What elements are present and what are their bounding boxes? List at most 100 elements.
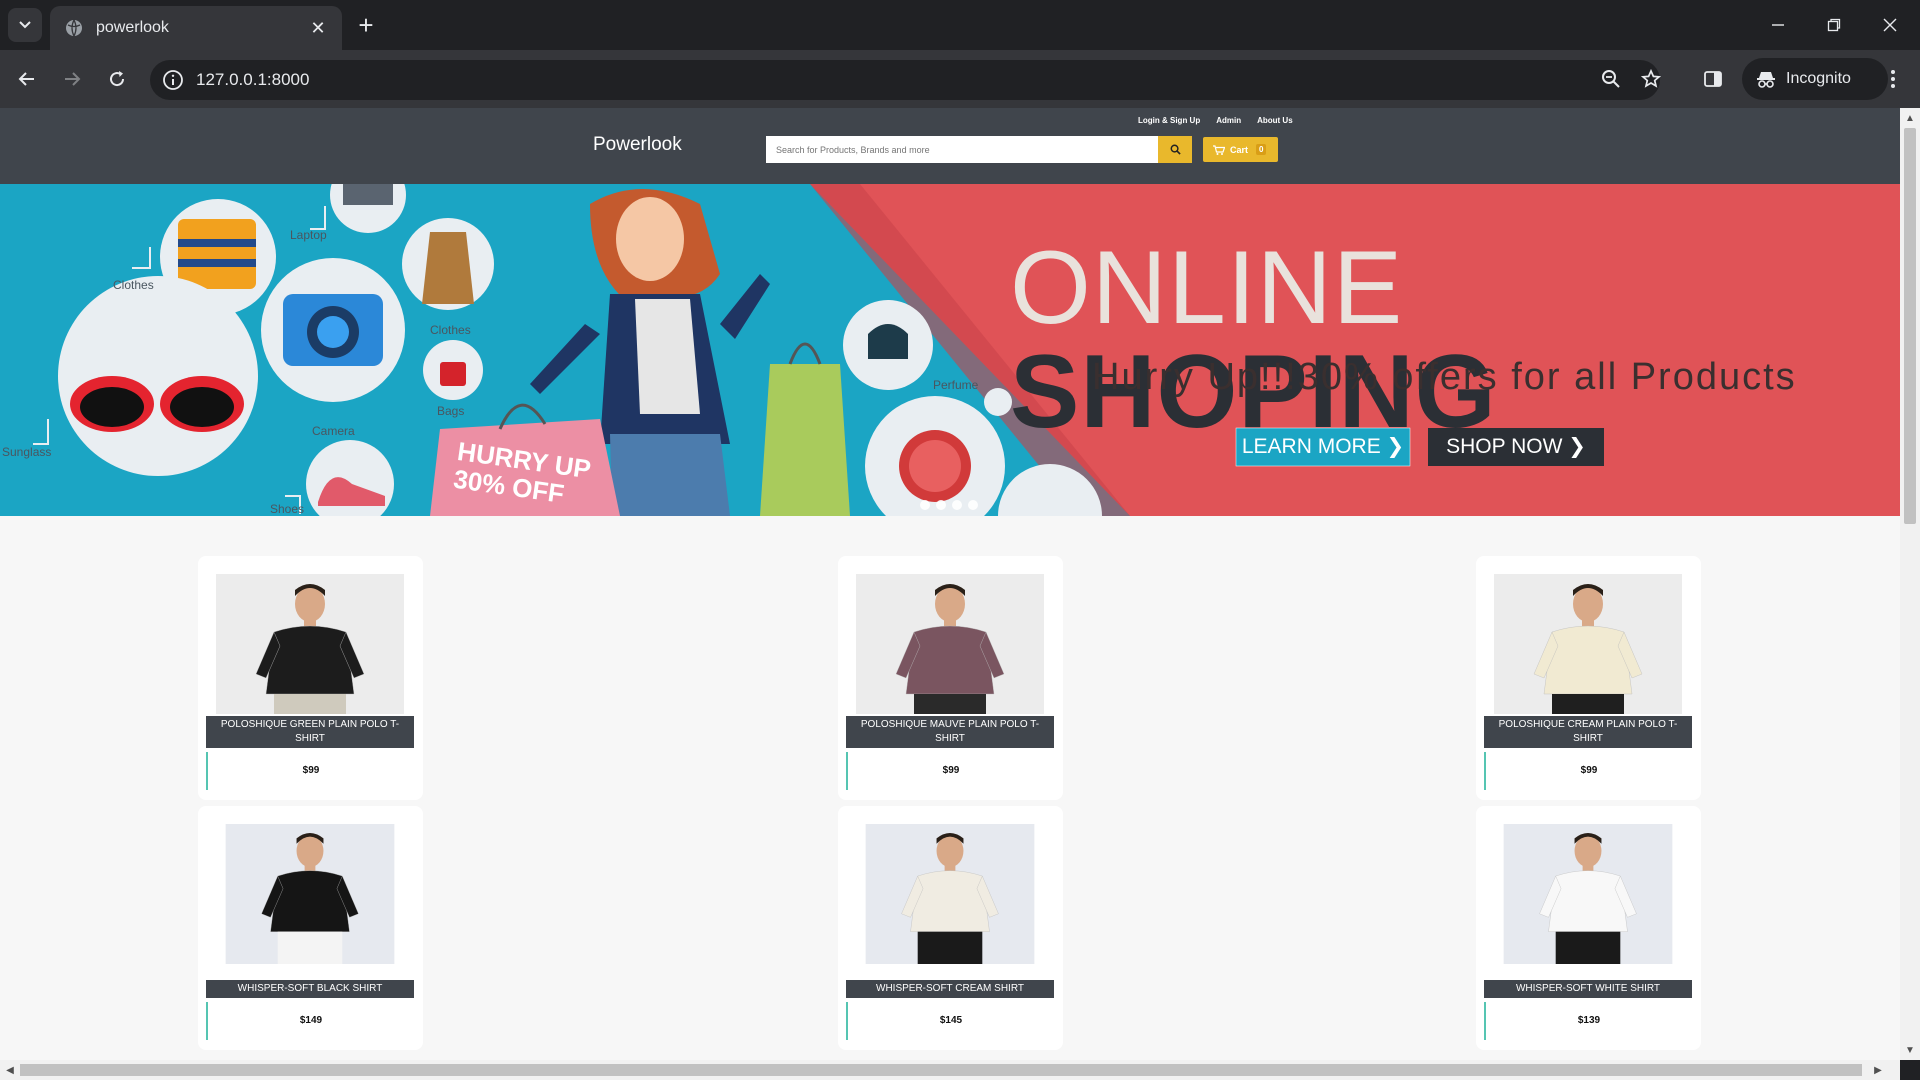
product-card[interactable]: WHISPER-SOFT CREAM SHIRT $145 xyxy=(838,806,1063,1050)
label-clothes: Clothes xyxy=(113,278,154,292)
scroll-left-arrow[interactable]: ◀ xyxy=(0,1060,20,1080)
banner-subline: Hurry Up!!!30% offers for all Products xyxy=(1092,356,1797,398)
cart-label: Cart xyxy=(1230,144,1249,155)
banner-headline-light: ONLINE xyxy=(1010,230,1404,346)
carousel-indicators xyxy=(920,500,978,510)
restore-icon xyxy=(1827,18,1841,32)
tab-search-button[interactable] xyxy=(8,8,42,42)
product-name[interactable]: WHISPER-SOFT CREAM SHIRT xyxy=(846,980,1054,998)
label-sunglass: Sunglass xyxy=(2,445,52,459)
close-icon xyxy=(1883,18,1897,32)
hero-banner[interactable]: ONLINE SHOPING Hurry Up!!!30% offers for… xyxy=(0,184,1900,516)
vertical-scroll-thumb[interactable] xyxy=(1904,128,1916,524)
label-clothes-2: Clothes xyxy=(430,323,471,337)
label-shoes: Shoes xyxy=(270,502,305,516)
search-icon xyxy=(1170,144,1181,155)
search-input[interactable] xyxy=(766,136,1158,163)
product-image[interactable] xyxy=(216,574,404,714)
zoom-button[interactable] xyxy=(1594,62,1628,96)
product-image[interactable] xyxy=(856,574,1044,714)
close-window-button[interactable] xyxy=(1862,0,1918,50)
carousel-dot[interactable] xyxy=(936,500,946,510)
browser-tab[interactable]: powerlook ✕ xyxy=(50,6,342,50)
incognito-label: Incognito xyxy=(1786,70,1851,87)
cart-count-badge: 0 xyxy=(1256,144,1267,155)
product-image[interactable] xyxy=(1494,574,1682,714)
back-button[interactable] xyxy=(10,62,44,96)
close-tab-icon[interactable]: ✕ xyxy=(308,18,328,39)
scroll-up-arrow[interactable]: ▲ xyxy=(1900,108,1920,128)
product-card[interactable]: WHISPER-SOFT WHITE SHIRT $139 xyxy=(1476,806,1701,1050)
carousel-dot[interactable] xyxy=(968,500,978,510)
top-links: Login & Sign Up Admin About Us xyxy=(1138,116,1293,125)
address-bar[interactable]: 127.0.0.1:8000 xyxy=(150,60,1660,100)
about-us-link[interactable]: About Us xyxy=(1257,116,1293,125)
star-icon xyxy=(1641,69,1661,88)
incognito-indicator[interactable]: Incognito xyxy=(1742,58,1888,100)
horizontal-scrollbar[interactable]: ◀ ▶ xyxy=(0,1060,1900,1080)
product-price: $99 xyxy=(846,752,1054,790)
login-signup-link[interactable]: Login & Sign Up xyxy=(1138,116,1200,125)
reload-button[interactable] xyxy=(100,62,134,96)
chevron-down-icon xyxy=(19,21,31,29)
site-header: Powerlook Login & Sign Up Admin About Us… xyxy=(0,108,1900,184)
product-price: $99 xyxy=(1484,752,1692,790)
product-card[interactable]: POLOSHIQUE MAUVE PLAIN POLO T-SHIRT $99 xyxy=(838,556,1063,800)
carousel-dot[interactable] xyxy=(952,500,962,510)
zoom-out-icon xyxy=(1602,70,1620,88)
side-panel-icon xyxy=(1704,71,1722,87)
shop-now-button[interactable]: SHOP NOW ❯ xyxy=(1428,428,1604,466)
product-name[interactable]: POLOSHIQUE CREAM PLAIN POLO T-SHIRT xyxy=(1484,716,1692,748)
label-perfume: Perfume xyxy=(933,378,979,392)
horizontal-scroll-thumb[interactable] xyxy=(20,1064,1862,1076)
product-card[interactable]: POLOSHIQUE GREEN PLAIN POLO T-SHIRT $99 xyxy=(198,556,423,800)
cart-button[interactable]: Cart 0 xyxy=(1203,137,1278,162)
product-name[interactable]: WHISPER-SOFT BLACK SHIRT xyxy=(206,980,414,998)
vertical-scrollbar[interactable]: ▲ ▼ xyxy=(1900,108,1920,1060)
browser-menu-button[interactable] xyxy=(1876,62,1910,96)
minimize-icon xyxy=(1772,24,1784,26)
minimize-button[interactable] xyxy=(1750,0,1806,50)
product-price: $149 xyxy=(206,1002,414,1040)
product-card[interactable]: WHISPER-SOFT BLACK SHIRT $149 xyxy=(198,806,423,1050)
more-vertical-icon xyxy=(1891,70,1895,88)
product-image[interactable] xyxy=(216,824,404,964)
arrow-right-icon xyxy=(65,72,81,86)
product-image[interactable] xyxy=(856,824,1044,964)
product-name[interactable]: POLOSHIQUE GREEN PLAIN POLO T-SHIRT xyxy=(206,716,414,748)
label-bags: Bags xyxy=(437,404,465,418)
incognito-icon xyxy=(1757,72,1775,88)
product-name[interactable]: WHISPER-SOFT WHITE SHIRT xyxy=(1484,980,1692,998)
label-laptop: Laptop xyxy=(290,228,327,242)
search-box xyxy=(766,136,1158,163)
scroll-down-arrow[interactable]: ▼ xyxy=(1900,1040,1920,1060)
site-info-icon[interactable] xyxy=(162,69,184,91)
product-image[interactable] xyxy=(1494,824,1682,964)
new-tab-button[interactable]: + xyxy=(352,12,380,40)
banner-headline: ONLINE SHOPING xyxy=(1010,236,1900,444)
product-price: $99 xyxy=(206,752,414,790)
carousel-dot[interactable] xyxy=(920,500,930,510)
side-panel-button[interactable] xyxy=(1696,62,1730,96)
cart-icon xyxy=(1213,144,1225,155)
admin-link[interactable]: Admin xyxy=(1216,116,1241,125)
label-camera: Camera xyxy=(312,424,355,438)
page-viewport: Powerlook Login & Sign Up Admin About Us… xyxy=(0,108,1900,1060)
site-brand[interactable]: Powerlook xyxy=(593,134,682,156)
reload-icon xyxy=(110,71,125,87)
arrow-left-icon xyxy=(18,72,34,86)
search-button[interactable] xyxy=(1158,136,1192,163)
product-name[interactable]: POLOSHIQUE MAUVE PLAIN POLO T-SHIRT xyxy=(846,716,1054,748)
tab-title: powerlook xyxy=(96,19,169,36)
learn-more-button[interactable]: LEARN MORE ❯ xyxy=(1236,428,1410,466)
restore-button[interactable] xyxy=(1806,0,1862,50)
forward-button[interactable] xyxy=(55,62,89,96)
url-text[interactable]: 127.0.0.1:8000 xyxy=(196,70,309,90)
browser-tab-bar: powerlook ✕ + xyxy=(0,0,1920,50)
product-card[interactable]: POLOSHIQUE CREAM PLAIN POLO T-SHIRT $99 xyxy=(1476,556,1701,800)
globe-icon xyxy=(66,19,82,37)
scroll-right-arrow[interactable]: ▶ xyxy=(1868,1060,1888,1080)
product-price: $145 xyxy=(846,1002,1054,1040)
bookmark-button[interactable] xyxy=(1634,62,1668,96)
product-price: $139 xyxy=(1484,1002,1692,1040)
